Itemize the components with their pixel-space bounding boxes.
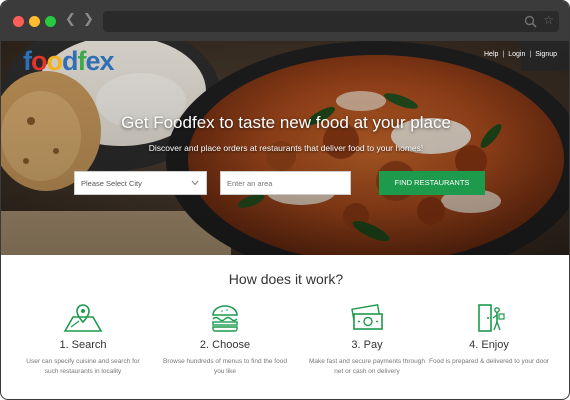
- step-description: Browse hundreds of menus to find the foo…: [163, 358, 287, 375]
- browser-window: ❮ ❯ ☆ foodfex Help | Login | Signup Get …: [0, 0, 570, 400]
- login-link[interactable]: Login: [508, 51, 525, 58]
- header-links: Help | Login | Signup: [484, 51, 557, 58]
- step-title: 2. Choose: [199, 339, 251, 351]
- help-link[interactable]: Help: [484, 51, 498, 58]
- step-choose: 2. Choose Browse hundreds of menus to fi…: [154, 303, 296, 377]
- step-pay: 3. Pay Make fast and secure payments thr…: [296, 303, 438, 377]
- find-restaurants-button[interactable]: FIND RESTAURANTS: [379, 171, 485, 195]
- cash-icon: [351, 304, 383, 330]
- chevron-down-icon: [191, 180, 199, 186]
- city-select-value: Please Select City: [81, 179, 142, 188]
- step-title: 1. Search: [59, 339, 107, 351]
- step-search: 1. Search User can specify cuisine and s…: [12, 303, 154, 377]
- signup-link[interactable]: Signup: [535, 51, 557, 58]
- hero-banner: foodfex Help | Login | Signup Get Foodfex to…: [1, 41, 569, 255]
- step-title: 4. Enjoy: [469, 339, 509, 351]
- hero-title: Get Foodfex to taste new food at your pl…: [121, 113, 451, 132]
- browser-toolbar: ❮ ❯ ☆: [1, 1, 569, 41]
- section-title: How does it work?: [228, 271, 344, 287]
- hero-subtitle: Discover and place orders at restaurants…: [148, 143, 424, 153]
- address-bar[interactable]: ☆: [103, 11, 559, 32]
- city-select[interactable]: Please Select City: [74, 171, 207, 195]
- area-input[interactable]: [220, 171, 351, 195]
- step-description: Food is prepared & delivered to your doo…: [429, 358, 549, 365]
- burger-icon: [212, 305, 238, 332]
- step-description: Make fast and secure payments through ne…: [309, 358, 425, 375]
- delivery-door-icon: [478, 304, 505, 332]
- link-separator: |: [502, 51, 505, 58]
- star-icon[interactable]: ☆: [543, 13, 554, 27]
- map-pin-icon: [63, 304, 103, 332]
- chevron-right-icon[interactable]: ❯: [83, 12, 94, 28]
- step-title: 3. Pay: [351, 339, 383, 351]
- foodfex-logo[interactable]: foodfex: [23, 46, 115, 77]
- minimize-window-button[interactable]: [29, 16, 40, 27]
- maximize-window-button[interactable]: [45, 16, 56, 27]
- close-window-button[interactable]: [13, 16, 24, 27]
- step-enjoy: 4. Enjoy Food is prepared & delivered to…: [418, 303, 560, 367]
- link-separator: |: [529, 51, 532, 58]
- step-description: User can specify cuisine and search for …: [26, 358, 140, 375]
- search-icon[interactable]: [524, 15, 537, 28]
- chevron-left-icon[interactable]: ❮: [65, 12, 76, 28]
